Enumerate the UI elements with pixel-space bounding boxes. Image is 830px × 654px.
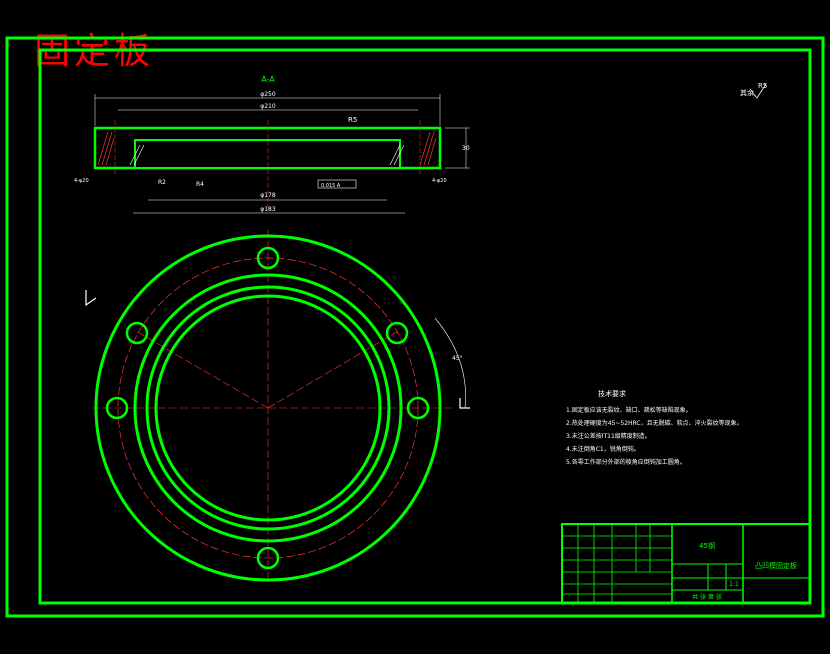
bolt-hole-upper-left xyxy=(125,321,149,345)
dim-bottom-diameter: φ183 xyxy=(260,206,276,213)
roughness-main-value: R5 xyxy=(758,82,767,90)
flatness-tolerance: 0.015 A xyxy=(321,183,341,189)
dim-holes-right: 4-φ20 xyxy=(432,178,447,184)
dim-r4: R4 xyxy=(196,181,204,188)
section-label: A-A xyxy=(261,75,275,84)
dim-bolt-circle: φ210 xyxy=(260,103,276,110)
drawing-canvas: A-A 其余 R5 φ250 φ210 30 R5 R4 R2 4-φ20 4-… xyxy=(5,36,825,618)
tech-item-2: 2.热处理硬度为45~52HRC，且无脱碳、软点、淬火裂纹等现象。 xyxy=(566,419,743,427)
inner-frame xyxy=(38,48,812,605)
dim-height: 30 xyxy=(462,145,470,152)
title-block-material: 45钢 xyxy=(699,541,715,550)
tech-title: 技术要求 xyxy=(598,389,626,398)
title-block-scale: 1:1 xyxy=(729,581,739,588)
title-block-part-name: 凸凹模固定板 xyxy=(755,561,797,570)
tech-item-1: 1.固定板应该无裂纹、缺口、疏松等缺陷现象。 xyxy=(566,406,692,414)
dim-angle: 45° xyxy=(452,355,463,362)
tech-item-5: 5.各零工作部分外部的棱角应倒钝加工圆角。 xyxy=(566,458,686,466)
tech-requirements: 技术要求 1.固定板应该无裂纹、缺口、疏松等缺陷现象。 2.热处理硬度为45~5… xyxy=(566,389,743,466)
dim-r5: R5 xyxy=(348,116,357,124)
tech-item-3: 3.未注公差按IT11级精度制造。 xyxy=(566,432,651,440)
tech-item-4: 4.未注倒角C1，锐角倒钝。 xyxy=(566,445,640,453)
section-view: φ250 φ210 30 R5 R4 R2 4-φ20 4-φ20 0.015 … xyxy=(74,91,470,214)
dim-r2: R2 xyxy=(158,179,166,186)
dim-outer-diameter: φ250 xyxy=(260,91,276,98)
dim-holes-left: 4-φ20 xyxy=(74,178,89,184)
dim-inner-diameter: φ178 xyxy=(260,192,276,199)
title-block-sheet: 共 张 第 张 xyxy=(692,593,722,601)
plan-view: 45° xyxy=(85,230,470,582)
bolt-hole-upper-right xyxy=(385,321,409,345)
